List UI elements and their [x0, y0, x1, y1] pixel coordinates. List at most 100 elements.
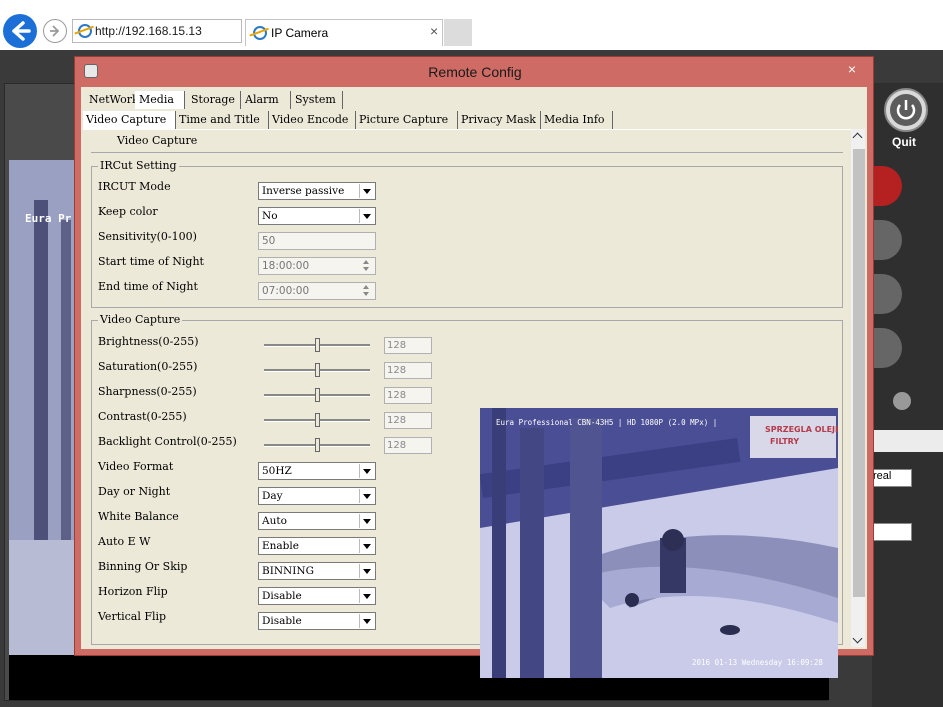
chevron-up-icon	[852, 132, 863, 143]
remote-config-dialog: Remote Config × NetWork Media Storage Al…	[74, 56, 874, 678]
slider-thumb[interactable]	[315, 413, 320, 427]
horizon-flip-select[interactable]: Disable	[258, 587, 376, 605]
subtab-time-title[interactable]: Time and Title	[176, 111, 269, 129]
svg-text:SPRZEGLA OLEJE: SPRZEGLA OLEJE	[765, 425, 838, 434]
backlight-slider[interactable]	[264, 438, 370, 452]
scroll-up-button[interactable]	[851, 129, 865, 143]
side-select-2[interactable]	[872, 523, 912, 541]
svg-text:FILTRY: FILTRY	[770, 437, 799, 446]
tab-alarm[interactable]: Alarm	[241, 91, 291, 109]
scroll-thumb[interactable]	[853, 149, 865, 597]
video-format-label: Video Format	[98, 460, 174, 473]
tab-network[interactable]: NetWork	[85, 91, 139, 109]
brightness-value-field[interactable]: 128	[384, 337, 432, 354]
brightness-slider[interactable]	[264, 338, 370, 352]
day-night-value: Day	[262, 490, 283, 502]
contrast-value-field[interactable]: 128	[384, 412, 432, 429]
dialog-client-area: NetWork Media Storage Alarm System Video…	[81, 87, 867, 678]
chevron-down-icon	[359, 564, 374, 578]
ircut-group-title: IRCut Setting	[98, 159, 179, 172]
tab-close-icon[interactable]: ×	[430, 23, 438, 39]
subtab-video-encode[interactable]: Video Encode	[269, 111, 356, 129]
ircut-mode-label: IRCUT Mode	[98, 180, 171, 193]
slider-thumb[interactable]	[315, 363, 320, 377]
day-night-label: Day or Night	[98, 485, 171, 498]
white-balance-label: White Balance	[98, 510, 179, 523]
status-indicator	[893, 392, 911, 410]
white-balance-value: Auto	[262, 515, 287, 527]
subtab-video-capture[interactable]: Video Capture	[83, 111, 176, 129]
sharpness-value: 128	[387, 390, 407, 401]
slider-thumb[interactable]	[315, 338, 320, 352]
tab-system[interactable]: System	[291, 91, 343, 109]
stream-select[interactable]: real	[872, 469, 912, 487]
ircut-mode-value: Inverse passive	[262, 185, 345, 197]
slider-thumb[interactable]	[315, 438, 320, 452]
chevron-down-icon	[359, 464, 374, 478]
backlight-value-field[interactable]: 128	[384, 437, 432, 454]
saturation-value: 128	[387, 365, 407, 376]
contrast-slider[interactable]	[264, 413, 370, 427]
tab-media[interactable]: Media	[135, 91, 185, 109]
new-tab-button[interactable]	[444, 19, 472, 46]
tab-title: IP Camera	[271, 26, 329, 40]
chevron-down-icon	[359, 489, 374, 503]
keep-color-select[interactable]: No	[258, 207, 376, 225]
video-format-select[interactable]: 50HZ	[258, 462, 376, 480]
vertical-flip-select[interactable]: Disable	[258, 612, 376, 630]
sub-tab-strip: Video Capture Time and Title Video Encod…	[83, 111, 863, 129]
preview-timestamp: 2016 01-13 Wednesday 16:09:28	[692, 658, 823, 667]
end-time-value: 07:00:00	[262, 285, 310, 297]
heading-divider	[91, 152, 843, 153]
day-night-select[interactable]: Day	[258, 487, 376, 505]
quit-button[interactable]	[884, 88, 928, 132]
ircut-mode-select[interactable]: Inverse passive	[258, 182, 376, 200]
video-capture-group-title: Video Capture	[98, 313, 183, 326]
tab-storage[interactable]: Storage	[187, 91, 241, 109]
keep-color-label: Keep color	[98, 205, 158, 218]
white-balance-select[interactable]: Auto	[258, 512, 376, 530]
end-time-field[interactable]: 07:00:00	[258, 282, 376, 300]
chevron-down-icon	[852, 633, 863, 644]
sensitivity-value: 50	[262, 235, 276, 247]
binning-label: Binning Or Skip	[98, 560, 188, 573]
sharpness-slider[interactable]	[264, 388, 370, 402]
sharpness-value-field[interactable]: 128	[384, 387, 432, 404]
back-arrow-icon	[12, 21, 31, 41]
forward-button[interactable]	[43, 19, 67, 43]
side-strip	[872, 430, 943, 452]
quit-label: Quit	[892, 135, 916, 149]
start-time-field[interactable]: 18:00:00	[258, 257, 376, 275]
browser-tab[interactable]: IP Camera ×	[245, 19, 443, 46]
dialog-close-button[interactable]: ×	[837, 59, 867, 79]
auto-ew-select[interactable]: Enable	[258, 537, 376, 555]
contrast-value: 128	[387, 415, 407, 426]
binning-select[interactable]: BINNING	[258, 562, 376, 580]
saturation-slider[interactable]	[264, 363, 370, 377]
address-text: http://192.168.15.13	[95, 24, 202, 38]
subtab-privacy-mask[interactable]: Privacy Mask	[458, 111, 541, 129]
chevron-down-icon	[359, 589, 374, 603]
backlight-value: 128	[387, 440, 407, 451]
keep-color-value: No	[262, 210, 278, 222]
spinner-icon[interactable]	[360, 259, 374, 273]
sensitivity-field[interactable]: 50	[258, 232, 376, 250]
live-video-background	[9, 160, 79, 655]
start-time-label: Start time of Night	[98, 255, 204, 268]
stream-select-value: real	[873, 470, 892, 482]
chevron-down-icon	[359, 184, 374, 198]
auto-ew-value: Enable	[262, 540, 299, 552]
top-tab-strip: NetWork Media Storage Alarm System	[85, 91, 865, 109]
vertical-scrollbar[interactable]	[851, 129, 865, 647]
chevron-down-icon	[359, 539, 374, 553]
subtab-media-info[interactable]: Media Info	[541, 111, 613, 129]
subtab-picture-capture[interactable]: Picture Capture	[356, 111, 458, 129]
address-bar[interactable]: http://192.168.15.13	[72, 19, 242, 43]
scroll-down-button[interactable]	[851, 633, 865, 647]
section-heading: Video Capture	[117, 134, 198, 147]
back-button[interactable]	[3, 14, 37, 48]
spinner-icon[interactable]	[360, 284, 374, 298]
slider-thumb[interactable]	[315, 388, 320, 402]
saturation-value-field[interactable]: 128	[384, 362, 432, 379]
horizon-flip-value: Disable	[262, 590, 302, 602]
